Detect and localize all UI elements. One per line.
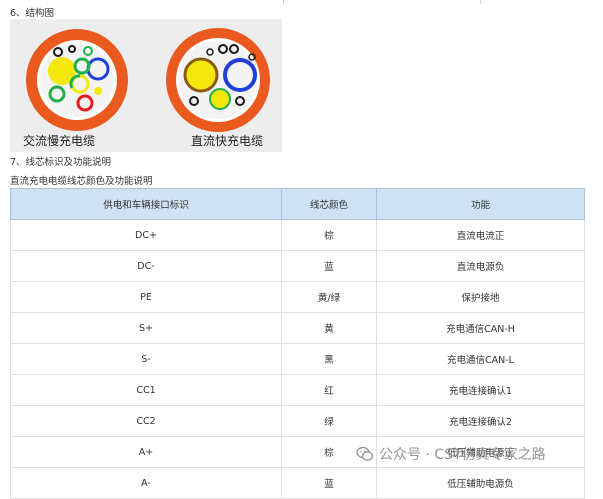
cell-core-color: 蓝 (281, 467, 377, 499)
header-interface-id: 供电和车辆接口标识 (10, 188, 282, 220)
table-row: S+ 黄 充电通信CAN-H (10, 312, 585, 344)
section-6-title: 6、结构图 (10, 8, 55, 19)
cell-core-color: 蓝 (281, 250, 377, 282)
cell-function: 充电连接确认2 (376, 405, 585, 437)
cell-core-color: 棕 (281, 219, 377, 251)
cell-function: 低压辅助电源负 (376, 467, 585, 499)
ac-cable-cross-section (26, 29, 128, 131)
cell-interface-id: CC1 (10, 374, 282, 406)
table-row: CC1 红 充电连接确认1 (10, 374, 585, 406)
cell-core-color: 黑 (281, 343, 377, 375)
cell-function: 直流电流正 (376, 219, 585, 251)
header-core-color: 线芯颜色 (281, 188, 377, 220)
table-row: PE 黄/绿 保护接地 (10, 281, 585, 313)
cell-interface-id: S+ (10, 312, 282, 344)
header-function: 功能 (376, 188, 585, 220)
cell-interface-id: DC+ (10, 219, 282, 251)
table-row: CC2 绿 充电连接确认2 (10, 405, 585, 437)
cell-core-color: 黄 (281, 312, 377, 344)
table-row: DC+ 棕 直流电流正 (10, 219, 585, 251)
dc-cable-caption: 直流快充电缆 (191, 134, 264, 148)
table-row: DC- 蓝 直流电源负 (10, 250, 585, 282)
section-7-title: 7、线芯标识及功能说明 (10, 157, 112, 168)
cell-function: 充电通信CAN-H (376, 312, 585, 344)
watermark: 公众号 · CST仿真专家之路 (356, 444, 546, 464)
cell-function: 直流电源负 (376, 250, 585, 282)
cell-core-color: 黄/绿 (281, 281, 377, 313)
cell-core-color: 绿 (281, 405, 377, 437)
cell-function: 保护接地 (376, 281, 585, 313)
top-border (0, 0, 603, 4)
cell-interface-id: S- (10, 343, 282, 375)
table-row: A- 蓝 低压辅助电源负 (10, 467, 585, 499)
ac-cable-caption: 交流慢充电缆 (23, 134, 96, 148)
table-header-row: 供电和车辆接口标识 线芯颜色 功能 (10, 188, 585, 220)
cell-function: 充电通信CAN-L (376, 343, 585, 375)
cable-structure-figure: 交流慢充电缆 直流快充电缆 (10, 19, 282, 152)
cell-function: 充电连接确认1 (376, 374, 585, 406)
watermark-text: 公众号 · CST仿真专家之路 (379, 447, 546, 463)
table-title: 直流充电电缆线芯颜色及功能说明 (10, 176, 153, 187)
cell-interface-id: PE (10, 281, 282, 313)
table-row: S- 黑 充电通信CAN-L (10, 343, 585, 375)
cell-interface-id: CC2 (10, 405, 282, 437)
cell-interface-id: A- (10, 467, 282, 499)
cell-interface-id: DC- (10, 250, 282, 282)
cell-core-color: 红 (281, 374, 377, 406)
wechat-icon (356, 446, 374, 461)
dc-cable-cross-section (166, 28, 270, 132)
cell-interface-id: A+ (10, 436, 282, 468)
